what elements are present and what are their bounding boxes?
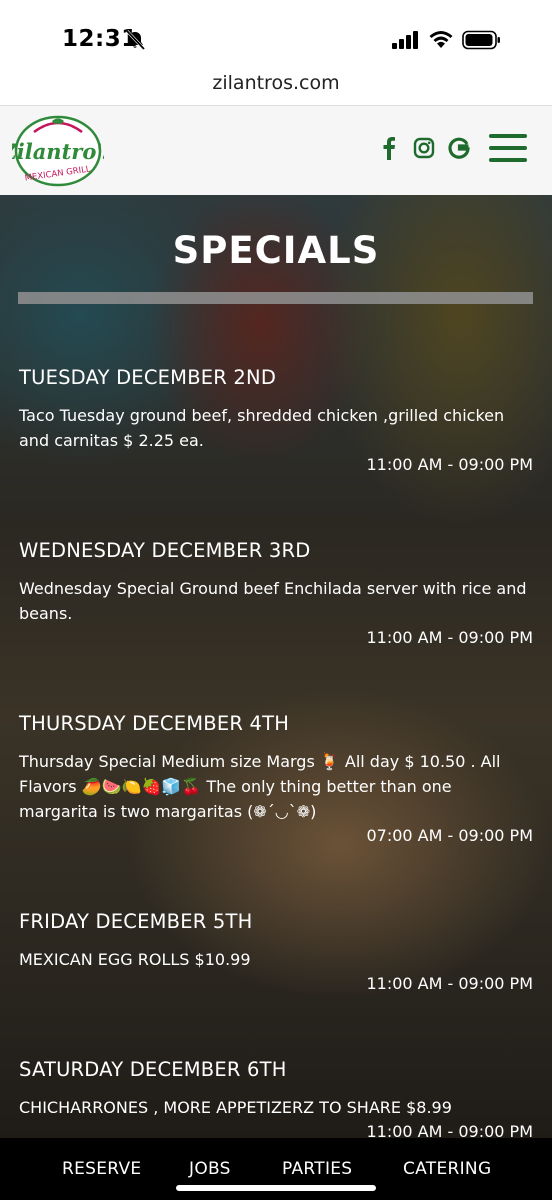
special-item: FRIDAY DECEMBER 5TH MEXICAN EGG ROLLS $1… (19, 910, 533, 993)
special-description: Wednesday Special Ground beef Enchilada … (19, 579, 527, 623)
special-hours: 11:00 AM - 09:00 PM (366, 974, 533, 993)
special-item: WEDNESDAY DECEMBER 3RD Wednesday Special… (19, 539, 533, 647)
page-title: SPECIALS (172, 229, 380, 272)
hamburger-menu-button[interactable] (489, 134, 527, 164)
special-day: FRIDAY DECEMBER 5TH (19, 910, 253, 933)
site-header: Zilantro's MEXICAN GRILL (0, 106, 552, 195)
special-description: Taco Tuesday ground beef, shredded chick… (19, 406, 505, 450)
special-hours: 11:00 AM - 09:00 PM (366, 628, 533, 647)
special-description: MEXICAN EGG ROLLS $10.99 (19, 950, 251, 969)
special-description: CHICHARRONES , MORE APPETIZERZ TO SHARE … (19, 1098, 452, 1117)
specials-section: SPECIALS TUESDAY DECEMBER 2ND Taco Tuesd… (0, 195, 552, 1138)
status-bar: 12:31 (0, 0, 552, 62)
cellular-signal-icon (392, 31, 418, 49)
zilantros-logo[interactable]: Zilantro's MEXICAN GRILL (12, 114, 104, 188)
special-hours: 07:00 AM - 09:00 PM (366, 826, 533, 845)
wifi-icon (429, 31, 453, 48)
special-day: TUESDAY DECEMBER 2ND (19, 366, 277, 389)
menu-line (489, 134, 527, 138)
nav-parties[interactable]: PARTIES (282, 1159, 352, 1179)
special-item: TUESDAY DECEMBER 2ND Taco Tuesday ground… (19, 366, 533, 474)
facebook-icon[interactable] (380, 136, 398, 160)
instagram-icon[interactable] (413, 137, 435, 159)
svg-text:Zilantro's: Zilantro's (12, 139, 104, 164)
special-day: SATURDAY DECEMBER 6TH (19, 1058, 287, 1081)
special-hours: 11:00 AM - 09:00 PM (366, 455, 533, 474)
nav-reserve[interactable]: RESERVE (62, 1159, 141, 1179)
menu-line (489, 158, 527, 162)
special-hours: 11:00 AM - 09:00 PM (366, 1122, 533, 1138)
nav-catering[interactable]: CATERING (403, 1159, 491, 1179)
special-item: SATURDAY DECEMBER 6TH CHICHARRONES , MOR… (19, 1058, 533, 1138)
google-icon[interactable] (448, 136, 470, 160)
special-item: THURSDAY DECEMBER 4TH Thursday Special M… (19, 712, 533, 845)
title-divider (18, 292, 533, 304)
nav-jobs[interactable]: JOBS (189, 1159, 231, 1179)
home-indicator[interactable] (176, 1185, 376, 1191)
special-day: WEDNESDAY DECEMBER 3RD (19, 539, 311, 562)
url-text[interactable]: zilantros.com (0, 72, 552, 94)
special-day: THURSDAY DECEMBER 4TH (19, 712, 290, 735)
silent-bell-icon (125, 30, 146, 50)
browser-url-bar[interactable]: zilantros.com (0, 62, 552, 106)
special-description: Thursday Special Medium size Margs 🍹 All… (19, 752, 501, 821)
menu-line (489, 146, 527, 150)
battery-icon (462, 30, 500, 50)
